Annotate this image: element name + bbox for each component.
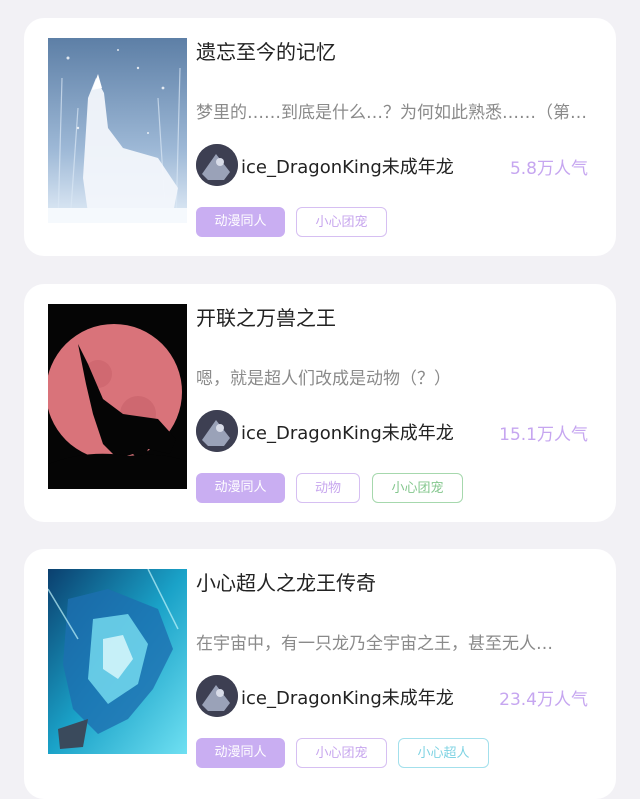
book-cover-ice-dragon[interactable] [48, 569, 187, 754]
popularity-count: 23.4万人气 [499, 690, 588, 710]
tag-outline[interactable]: 小心团宠 [296, 738, 387, 768]
story-description: 在宇宙中，有一只龙乃全宇宙之王，甚至无人… [196, 634, 553, 654]
popularity-count: 15.1万人气 [499, 425, 588, 445]
story-description: 嗯，就是超人们改成是动物（？） [196, 369, 451, 389]
tag-filled[interactable]: 动漫同人 [196, 473, 285, 503]
popularity-count: 5.8万人气 [509, 159, 588, 179]
story-card[interactable]: 遗忘至今的记忆 梦里的……到底是什么…？为何如此熟悉……（第… ice_Drag… [24, 18, 616, 256]
author-avatar[interactable] [196, 675, 238, 717]
tag-outline[interactable]: 动物 [296, 473, 360, 503]
book-cover-red-moon-wolf[interactable] [48, 304, 187, 489]
wolf-silhouette-moon-icon [48, 304, 187, 489]
tag-filled[interactable]: 动漫同人 [196, 738, 285, 768]
tag-outline[interactable]: 小心团宠 [296, 207, 387, 237]
story-card[interactable]: 开联之万兽之王 嗯，就是超人们改成是动物（？） ice_DragonKing未成… [24, 284, 616, 522]
ice-dragon-icon [48, 569, 187, 754]
story-title[interactable]: 遗忘至今的记忆 [196, 36, 336, 65]
story-description: 梦里的……到底是什么…？为何如此熟悉……（第… [196, 103, 587, 123]
author-avatar[interactable] [196, 144, 238, 186]
white-wolf-howling-icon [48, 38, 187, 223]
tag-outline[interactable]: 小心团宠 [372, 473, 463, 503]
story-card[interactable]: 小心超人之龙王传奇 在宇宙中，有一只龙乃全宇宙之王，甚至无人… ice_Drag… [24, 549, 616, 799]
book-cover-white-wolf[interactable] [48, 38, 187, 223]
author-name[interactable]: ice_DragonKing未成年龙 [241, 153, 454, 179]
story-title[interactable]: 开联之万兽之王 [196, 302, 336, 331]
author-name[interactable]: ice_DragonKing未成年龙 [241, 419, 454, 445]
tag-outline[interactable]: 小心超人 [398, 738, 489, 768]
story-title[interactable]: 小心超人之龙王传奇 [196, 567, 376, 596]
author-avatar[interactable] [196, 410, 238, 452]
tag-filled[interactable]: 动漫同人 [196, 207, 285, 237]
author-name[interactable]: ice_DragonKing未成年龙 [241, 684, 454, 710]
